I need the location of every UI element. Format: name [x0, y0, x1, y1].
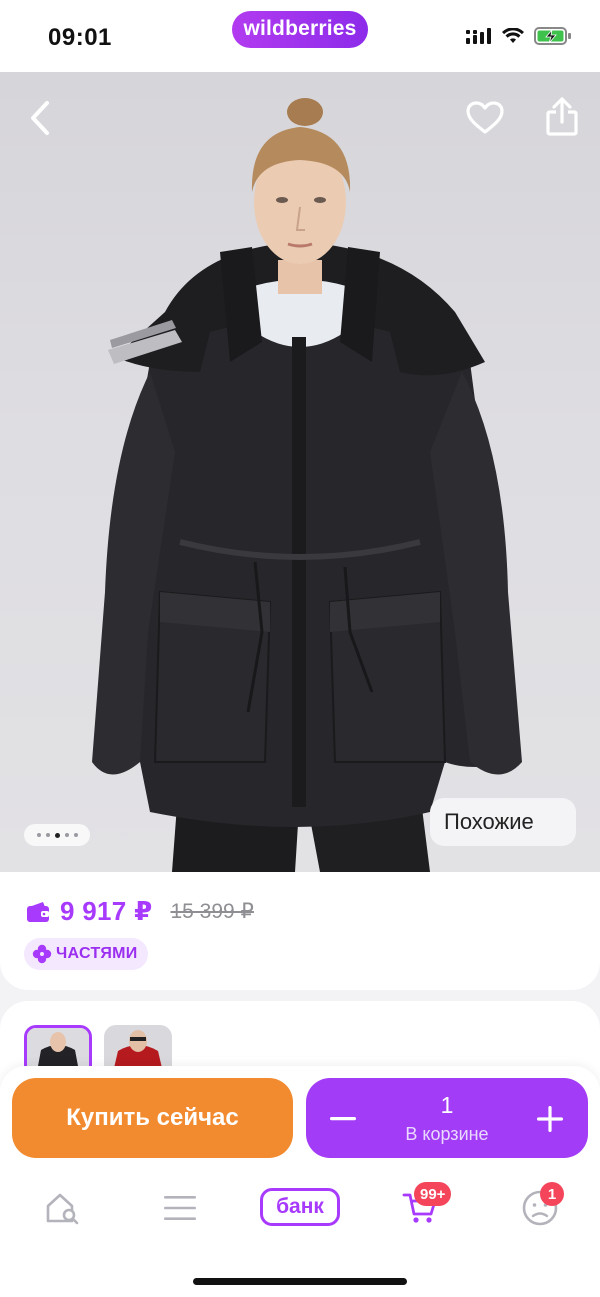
battery-charging-icon [534, 27, 571, 45]
increase-quantity-button[interactable] [534, 1103, 566, 1135]
product-gallery[interactable]: Похожие [0, 72, 600, 872]
page-dot [73, 833, 78, 837]
tab-home[interactable] [32, 1178, 92, 1238]
profile-badge: 1 [540, 1182, 564, 1206]
tab-bank[interactable]: банк [260, 1188, 340, 1226]
back-button[interactable] [20, 96, 60, 140]
cart-quantity-control: 1 В корзине [306, 1078, 588, 1158]
home-indicator [193, 1278, 407, 1285]
status-icons [466, 26, 572, 46]
signal-icon [466, 28, 491, 44]
cart-badge: 99+ [414, 1182, 452, 1206]
heart-icon [466, 101, 504, 134]
share-icon [546, 97, 578, 136]
tab-bar: банк 99+ 1 [0, 1178, 600, 1238]
buy-now-button[interactable]: Купить сейчас [12, 1078, 293, 1158]
chevron-left-icon [31, 101, 49, 135]
product-photo [92, 98, 522, 872]
clover-icon [32, 944, 52, 964]
installments-label: ЧАСТЯМИ [56, 945, 138, 962]
page-dot [45, 833, 50, 837]
price-row: 9 917 ₽ 15 399 ₽ [26, 896, 254, 927]
tab-catalog[interactable] [150, 1178, 210, 1238]
old-price: 15 399 ₽ [170, 900, 254, 923]
bottom-action-bar: Купить сейчас 1 В корзине банк 99+ 1 [0, 1066, 600, 1297]
brand-logo: wildberries [232, 11, 368, 48]
plus-icon [537, 1106, 563, 1132]
page-dot [64, 833, 69, 837]
status-time: 09:01 [48, 24, 112, 51]
share-button[interactable] [540, 94, 584, 140]
gallery-pagination [24, 824, 90, 846]
page-dot-active [54, 832, 60, 838]
favorite-button[interactable] [462, 96, 508, 140]
status-bar: 09:01 wildberries [0, 0, 600, 72]
page-dot [36, 833, 41, 837]
price-card: 9 917 ₽ 15 399 ₽ ЧАСТЯМИ [0, 872, 600, 990]
menu-icon [164, 1196, 196, 1220]
home-search-icon [46, 1193, 79, 1225]
wifi-icon [502, 28, 524, 43]
current-price: 9 917 ₽ [60, 896, 153, 926]
product-screen: 09:01 wildberries Похожие 9 917 ₽ 15 399… [0, 0, 600, 1297]
installments-badge[interactable]: ЧАСТЯМИ [24, 938, 148, 970]
similar-button[interactable]: Похожие [430, 798, 576, 846]
wallet-icon [27, 901, 49, 922]
